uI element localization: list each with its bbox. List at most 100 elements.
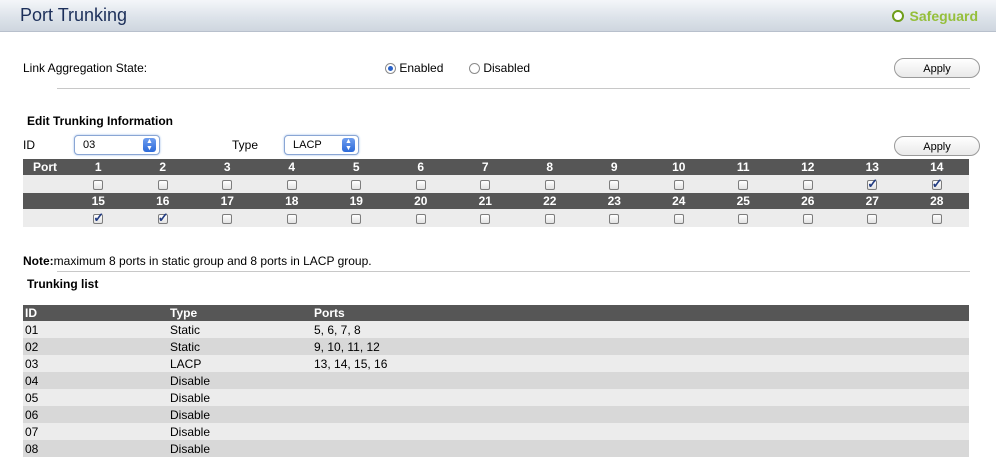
port-checkbox[interactable] xyxy=(351,179,362,190)
port-header-label: Port xyxy=(23,159,66,175)
port-checkbox[interactable] xyxy=(802,213,813,224)
port-number: 10 xyxy=(646,159,711,175)
enabled-radio-group[interactable]: Enabled xyxy=(385,61,443,75)
port-header-row: 15 16 17 18 19 20 21 22 23 24 25 26 27 2… xyxy=(23,193,969,209)
trunk-type: LACP xyxy=(168,355,312,372)
trunk-type: Static xyxy=(168,321,312,338)
spacer-cell xyxy=(23,175,66,193)
port-checkbox-row xyxy=(23,175,969,193)
port-checkbox[interactable] xyxy=(480,179,491,190)
port-checkbox[interactable] xyxy=(544,213,555,224)
port-number: 20 xyxy=(388,193,453,209)
port-number: 23 xyxy=(582,193,647,209)
trunk-type: Disable xyxy=(168,389,312,406)
port-checkbox[interactable] xyxy=(222,179,233,190)
column-header-ports: Ports xyxy=(312,305,969,321)
table-row: 06 Disable xyxy=(23,406,969,423)
trunk-type: Static xyxy=(168,338,312,355)
port-number: 7 xyxy=(453,159,518,175)
port-number: 6 xyxy=(388,159,453,175)
port-checkbox[interactable] xyxy=(931,176,943,192)
disabled-radio[interactable] xyxy=(469,63,480,75)
port-number: 9 xyxy=(582,159,647,175)
id-select-value: 03 xyxy=(83,139,96,151)
id-label: ID xyxy=(23,138,35,152)
port-number: 11 xyxy=(711,159,776,175)
safeguard-indicator: Safeguard xyxy=(891,8,978,24)
port-checkbox[interactable] xyxy=(415,213,426,224)
port-number: 24 xyxy=(646,193,711,209)
divider xyxy=(57,271,970,272)
port-checkbox[interactable] xyxy=(931,213,942,224)
table-row: 08 Disable xyxy=(23,440,969,457)
port-checkbox[interactable] xyxy=(802,179,813,190)
type-select[interactable]: LACP ▲ ▼ xyxy=(284,135,359,155)
port-checkbox[interactable] xyxy=(609,213,620,224)
enabled-radio[interactable] xyxy=(385,63,396,75)
port-number: 14 xyxy=(904,159,969,175)
port-number: 3 xyxy=(195,159,260,175)
type-select-value: LACP xyxy=(293,139,322,151)
select-arrows-icon: ▲ ▼ xyxy=(143,138,156,152)
port-checkbox[interactable] xyxy=(286,213,297,224)
table-row: 01 Static 5, 6, 7, 8 xyxy=(23,321,969,338)
trunking-list-table: ID Type Ports 01 Static 5, 6, 7, 8 02 St… xyxy=(23,305,969,457)
port-checkbox[interactable] xyxy=(673,213,684,224)
spacer-cell xyxy=(23,209,66,227)
trunk-id: 06 xyxy=(23,406,168,423)
port-checkbox[interactable] xyxy=(673,179,684,190)
spacer-cell xyxy=(23,193,66,209)
disabled-label: Disabled xyxy=(483,61,531,75)
enabled-label: Enabled xyxy=(399,61,444,75)
table-row: 05 Disable xyxy=(23,389,969,406)
port-number: 28 xyxy=(904,193,969,209)
trunk-id: 08 xyxy=(23,440,168,457)
port-checkbox[interactable] xyxy=(157,210,169,226)
trunk-id: 02 xyxy=(23,338,168,355)
trunking-list-header-row: ID Type Ports xyxy=(23,305,969,321)
port-checkbox[interactable] xyxy=(93,210,104,226)
id-select[interactable]: 03 ▲ ▼ xyxy=(74,135,160,155)
type-label: Type xyxy=(232,138,259,152)
port-number: 22 xyxy=(517,193,582,209)
port-checkbox[interactable] xyxy=(351,213,362,224)
port-checkbox[interactable] xyxy=(157,179,168,190)
trunk-ports: 13, 14, 15, 16 xyxy=(312,355,969,372)
port-checkbox[interactable] xyxy=(222,213,233,224)
table-row: 02 Static 9, 10, 11, 12 xyxy=(23,338,969,355)
port-checkbox[interactable] xyxy=(480,213,491,224)
column-header-type: Type xyxy=(168,305,312,321)
port-checkbox[interactable] xyxy=(867,213,878,224)
port-number: 26 xyxy=(775,193,840,209)
port-limit-note: Note:maximum 8 ports in static group and… xyxy=(23,254,372,268)
link-aggregation-apply-button[interactable]: Apply xyxy=(894,58,980,78)
disabled-radio-group[interactable]: Disabled xyxy=(469,61,530,75)
port-checkbox[interactable] xyxy=(286,179,297,190)
table-row: 07 Disable xyxy=(23,423,969,440)
port-checkbox[interactable] xyxy=(415,179,426,190)
port-number: 13 xyxy=(840,159,905,175)
safeguard-label: Safeguard xyxy=(909,8,978,24)
port-checkbox[interactable] xyxy=(93,179,104,190)
table-row: 03 LACP 13, 14, 15, 16 xyxy=(23,355,969,372)
trunk-type: Disable xyxy=(168,372,312,389)
trunk-ports xyxy=(312,440,969,457)
port-checkbox[interactable] xyxy=(738,213,749,224)
edit-trunking-heading: Edit Trunking Information xyxy=(27,114,173,128)
port-checkbox[interactable] xyxy=(867,176,878,192)
port-number: 8 xyxy=(517,159,582,175)
port-selection-table: Port 1 2 3 4 5 6 7 8 9 10 11 12 13 14 15… xyxy=(23,159,969,227)
port-checkbox-row xyxy=(23,209,969,227)
port-number: 19 xyxy=(324,193,389,209)
port-number: 17 xyxy=(195,193,260,209)
port-number: 12 xyxy=(775,159,840,175)
safeguard-status-icon xyxy=(891,10,904,22)
port-number: 1 xyxy=(66,159,131,175)
port-checkbox[interactable] xyxy=(609,179,620,190)
edit-trunking-apply-button[interactable]: Apply xyxy=(894,136,980,156)
trunk-ports: 9, 10, 11, 12 xyxy=(312,338,969,355)
trunk-ports xyxy=(312,389,969,406)
port-checkbox[interactable] xyxy=(544,179,555,190)
trunk-ports xyxy=(312,406,969,423)
port-checkbox[interactable] xyxy=(738,179,749,190)
